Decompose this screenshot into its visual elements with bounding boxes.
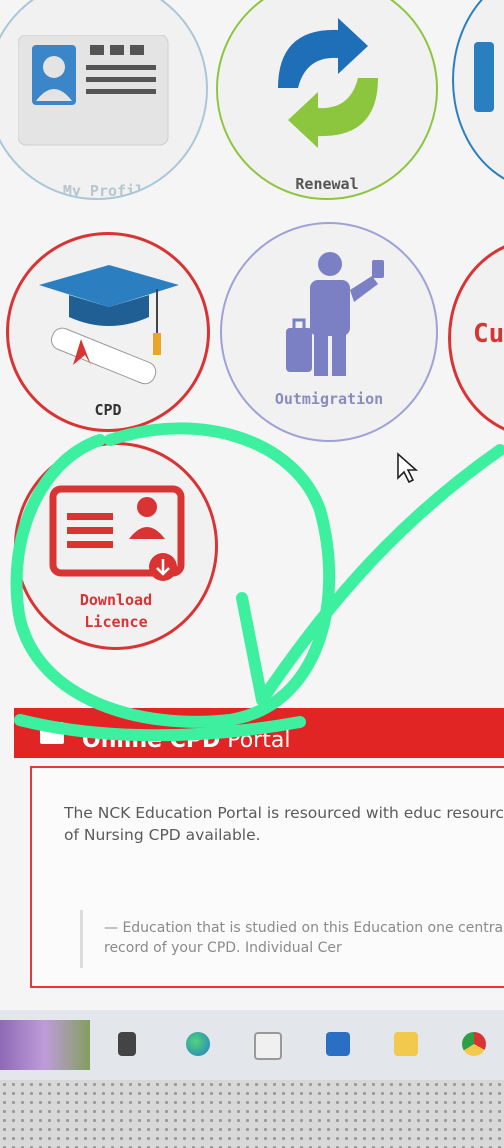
taskbar <box>0 1010 504 1080</box>
traveler-icon <box>286 252 384 376</box>
edge-browser-icon[interactable] <box>186 1032 210 1056</box>
cpd-portal-title: Online CPD Portal <box>82 728 290 753</box>
laptop-speaker-grille <box>0 1080 504 1148</box>
licence-card-icon <box>49 485 185 581</box>
tile-renewal[interactable]: Renewal <box>216 0 438 200</box>
chrome-icon[interactable] <box>462 1032 486 1056</box>
tile-label: CPD <box>94 401 122 419</box>
cpd-portal-quote: — Education that is studied on this Educ… <box>104 920 504 956</box>
tile-label: Outmigration <box>274 390 384 408</box>
file-explorer-icon[interactable] <box>394 1032 418 1056</box>
tile-label: Renewal <box>295 175 359 193</box>
tile-label: My Profile <box>62 182 154 200</box>
tile-cpd[interactable]: CPD <box>6 232 210 432</box>
mail-icon[interactable] <box>326 1032 350 1056</box>
tile-partial-top[interactable] <box>452 0 504 190</box>
flower-wallpaper-thumbnail <box>0 1020 90 1070</box>
tile-label-line2: Licence <box>84 613 148 631</box>
app-screen: My Profile Renewal CPD Outmigration Cu D… <box>0 0 504 1010</box>
cpd-portal-title-bold: Online CPD <box>82 728 221 753</box>
tile-label-line1: Download <box>79 591 153 609</box>
store-icon[interactable] <box>254 1032 282 1060</box>
tile-outmigration[interactable]: Outmigration <box>220 222 438 442</box>
tile-my-profile[interactable]: My Profile <box>0 0 208 200</box>
tile-partial-right[interactable]: Cu <box>448 238 504 438</box>
task-view-icon[interactable] <box>118 1032 136 1056</box>
quote-bar <box>80 910 83 968</box>
cpd-portal-description: The NCK Education Portal is resourced wi… <box>64 804 504 844</box>
id-card-icon <box>18 35 169 146</box>
partial-icon <box>474 42 494 112</box>
tile-download-licence[interactable]: Download Licence <box>14 442 218 650</box>
graduation-cap-icon <box>39 265 179 385</box>
mouse-pointer-icon <box>397 452 419 484</box>
tile-label: Cu <box>473 319 504 349</box>
cpd-portal-title-regular: Portal <box>220 728 291 753</box>
refresh-arrows-icon <box>278 18 378 148</box>
book-icon <box>40 722 64 744</box>
